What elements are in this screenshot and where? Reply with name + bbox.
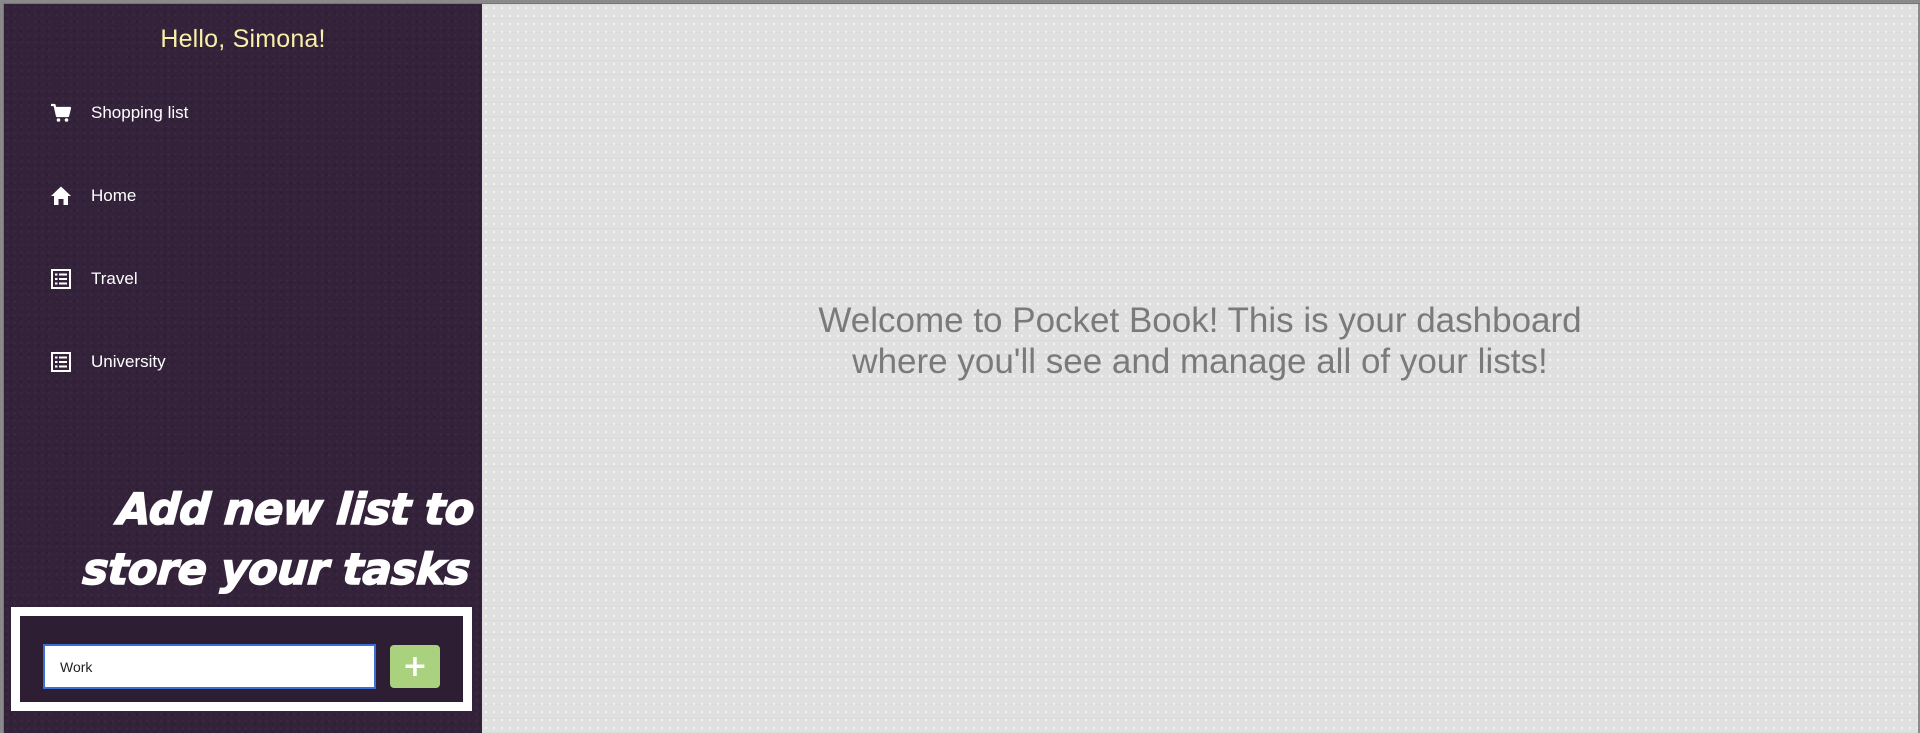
sidebar-item-label: Travel <box>91 269 138 288</box>
list-icon <box>48 266 74 292</box>
promo-line: Add new list to <box>115 484 476 536</box>
add-list-promo: Add new list to store your tasks <box>81 480 477 600</box>
sidebar-item-label: Home <box>91 186 137 205</box>
welcome-line: where you'll see and manage all of your … <box>852 342 1548 381</box>
new-list-input[interactable] <box>43 644 376 689</box>
sidebar-item-university[interactable]: University <box>48 349 166 375</box>
app-frame: Hello, Simona! Shopping list Home Travel… <box>3 3 1920 733</box>
add-list-button[interactable]: + <box>390 645 440 688</box>
welcome-line: Welcome to Pocket Book! This is your das… <box>818 301 1582 340</box>
sidebar-item-label: University <box>91 352 166 371</box>
sidebar-item-label: Shopping list <box>91 103 189 122</box>
sidebar-item-shopping-list[interactable]: Shopping list <box>48 100 188 126</box>
home-icon <box>48 183 74 209</box>
sidebar-item-home[interactable]: Home <box>48 183 136 209</box>
cart-icon <box>48 100 74 126</box>
new-list-form: + <box>11 607 472 711</box>
promo-line: store your tasks <box>81 544 473 596</box>
welcome-message: Welcome to Pocket Book! This is your das… <box>482 300 1918 382</box>
list-icon <box>48 349 74 375</box>
sidebar: Hello, Simona! Shopping list Home Travel… <box>4 4 482 733</box>
sidebar-item-travel[interactable]: Travel <box>48 266 138 292</box>
greeting: Hello, Simona! <box>160 25 326 53</box>
dashboard-main: Welcome to Pocket Book! This is your das… <box>482 4 1920 733</box>
